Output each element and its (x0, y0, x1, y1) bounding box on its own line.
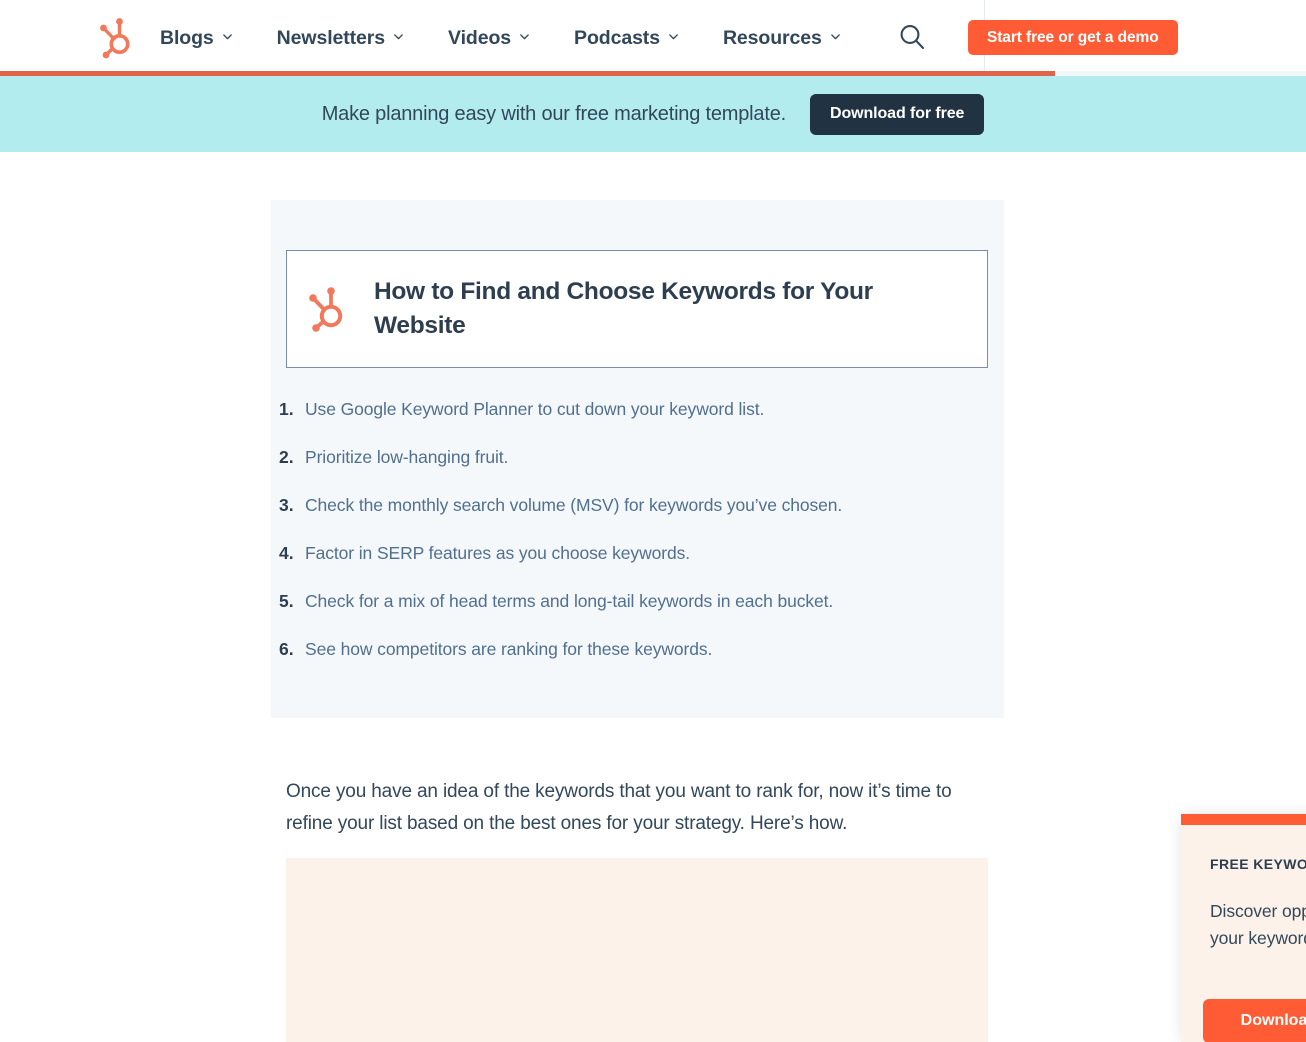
promo-banner-text: Make planning easy with our free marketi… (321, 102, 786, 125)
list-item-text: Check for a mix of head terms and long-t… (305, 591, 834, 611)
list-item-text: See how competitors are ranking for thes… (305, 639, 713, 659)
nav-item-videos[interactable]: Videos (448, 27, 552, 50)
nav-item-label: Blogs (160, 26, 214, 49)
search-icon[interactable] (896, 21, 928, 53)
cream-content-box (286, 858, 988, 1042)
list-item-number: 5. (279, 591, 294, 611)
chevron-down-icon (222, 31, 233, 42)
list-item-text: Prioritize low-hanging fruit. (305, 447, 509, 467)
list-item: 3. Check the monthly search volume (MSV)… (279, 492, 996, 518)
list-item-number: 4. (279, 543, 294, 563)
chevron-down-icon (830, 31, 841, 42)
chevron-down-icon (668, 31, 679, 42)
keyword-steps-list: 1. Use Google Keyword Planner to cut dow… (279, 396, 996, 684)
nav-item-blogs[interactable]: Blogs (160, 27, 255, 50)
nav-item-label: Videos (448, 26, 512, 49)
popup-description: Discover opportunities for your keyword … (1210, 901, 1306, 948)
keyword-callout-card: How to Find and Choose Keywords for Your… (271, 200, 1004, 718)
primary-nav-links: Blogs Newsletters Videos Podcasts Resour (160, 0, 863, 76)
article-body: How to Find and Choose Keywords for Your… (0, 152, 1306, 1042)
nav-item-label: Newsletters (276, 26, 386, 49)
popup-eyebrow-label: FREE KEYWORD TOOL (1210, 856, 1306, 872)
list-item-number: 6. (279, 639, 294, 659)
list-item-number: 2. (279, 447, 294, 467)
list-item-number: 1. (279, 399, 294, 419)
free-keyword-tool-popup[interactable]: FREE KEYWORD TOOL Discover opportunities… (1181, 814, 1306, 1042)
nav-item-podcasts[interactable]: Podcasts (574, 27, 701, 50)
article-paragraph: Once you have an idea of the keywords th… (286, 781, 952, 834)
list-item-text: Use Google Keyword Planner to cut down y… (305, 399, 765, 419)
list-item-text: Factor in SERP features as you choose ke… (305, 543, 691, 563)
popup-accent-bar (1181, 814, 1306, 825)
hubspot-sprocket-logo[interactable] (96, 16, 134, 60)
top-navigation-bar: Blogs Newsletters Videos Podcasts Resour (0, 0, 1306, 76)
callout-title-box: How to Find and Choose Keywords for Your… (286, 250, 988, 368)
nav-item-newsletters[interactable]: Newsletters (277, 27, 426, 50)
list-item-text: Check the monthly search volume (MSV) fo… (305, 495, 843, 515)
chevron-down-icon (393, 31, 404, 42)
nav-item-label: Resources (722, 26, 822, 49)
promo-banner: Make planning easy with our free marketi… (0, 76, 1306, 152)
callout-title: How to Find and Choose Keywords for Your… (374, 278, 873, 339)
list-item: 5. Check for a mix of head terms and lon… (279, 588, 996, 614)
hubspot-sprocket-logo (304, 284, 348, 334)
list-item: 1. Use Google Keyword Planner to cut dow… (279, 396, 996, 422)
nav-item-label: Podcasts (574, 26, 660, 49)
chevron-down-icon (519, 31, 530, 42)
start-free-or-get-a-demo-button[interactable]: Start free or get a demo (968, 20, 1178, 55)
list-item: 4. Factor in SERP features as you choose… (279, 540, 996, 566)
download-for-free-button[interactable]: Download for free (809, 93, 985, 135)
list-item: 2. Prioritize low-hanging fruit. (279, 444, 996, 470)
popup-download-now-button[interactable]: Download Now (1203, 999, 1306, 1042)
list-item-number: 3. (279, 495, 294, 515)
list-item: 6. See how competitors are ranking for t… (279, 636, 996, 662)
nav-item-resources[interactable]: Resources (723, 27, 863, 50)
